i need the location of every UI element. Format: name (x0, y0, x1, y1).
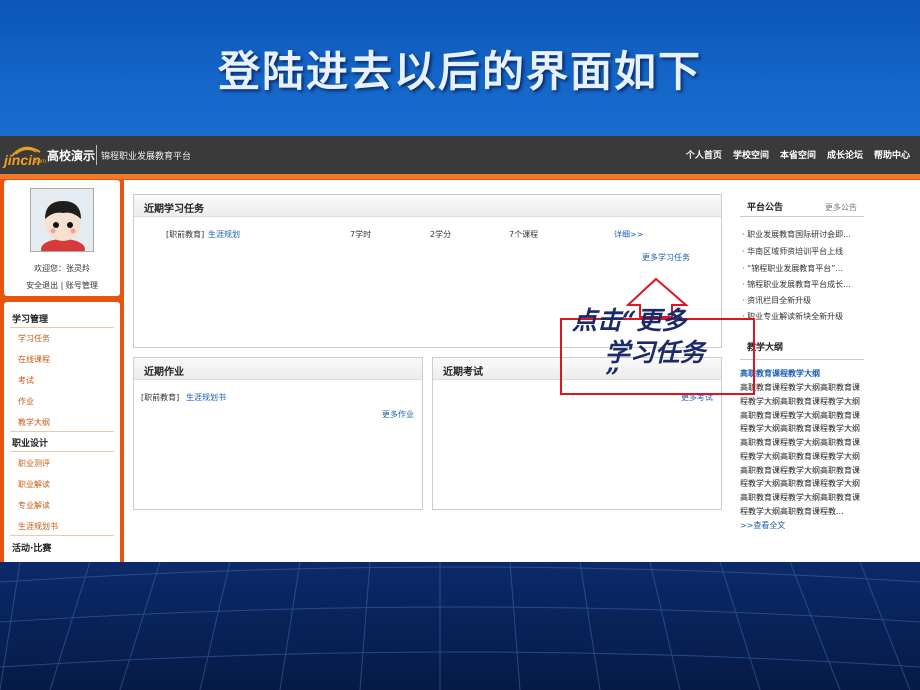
announcement-text: “锦程职业发展教育平台”... (747, 264, 844, 273)
panel-header: 近期学习任务 (134, 195, 721, 217)
nav-province-space[interactable]: 本省空间 (780, 148, 816, 161)
welcome-text: 欢迎您：张灵羚 (4, 263, 120, 274)
task-hours: 7学时 (350, 230, 372, 239)
grid-lines-decoration (0, 562, 920, 690)
nav-help[interactable]: 帮助中心 (874, 148, 910, 161)
nav-personal-home[interactable]: 个人首页 (686, 148, 722, 161)
more-announcements-link[interactable]: 更多公告 (825, 202, 857, 213)
task-name-link[interactable]: 生涯规划 (208, 229, 240, 240)
divider (740, 216, 864, 217)
panel-title: 近期考试 (443, 367, 483, 378)
sidebar-section-study[interactable]: 学习管理 (12, 312, 48, 325)
user-name: 张灵羚 (66, 264, 90, 273)
sidebar-item-assessment[interactable]: 职业测评 (18, 458, 50, 469)
right-column: 平台公告 更多公告 · 职业发展教育国际研讨会即... · 华南区域师资培训平台… (740, 180, 920, 562)
divider (10, 431, 114, 432)
divider (10, 535, 114, 536)
announcement-item[interactable]: · 锦程职业发展教育平台成长... (742, 279, 851, 290)
avatar[interactable] (30, 188, 94, 252)
callout-line: 点击“更多 (572, 306, 687, 335)
syllabus-line: 高职教育课程教学大纲高职教育课 (740, 466, 860, 475)
sidebar-item-major-guide[interactable]: 专业解读 (18, 500, 50, 511)
nav-school-space[interactable]: 学校空间 (733, 148, 769, 161)
syllabus-line: 高职教育课程教学大纲高职教育课 (740, 493, 860, 502)
announcement-item[interactable]: · 资讯栏目全新升级 (742, 295, 811, 306)
divider (10, 451, 114, 452)
slide-footer-background (0, 562, 920, 690)
top-bar: jincin .com 高校演示 锦程职业发展教育平台 个人首页 学校空间 本省… (0, 136, 920, 174)
main-content: 近期学习任务 [职前教育] 生涯规划 7学时 2学分 7个课程 详细>> 更多学… (124, 180, 920, 562)
more-homework-link[interactable]: 更多作业 (382, 409, 414, 420)
announcement-text: 华南区域师资培训平台上线 (747, 247, 844, 256)
header-strip (0, 174, 920, 179)
sidebar-item-tasks[interactable]: 学习任务 (18, 333, 50, 344)
callout-line: 学习任务 (605, 338, 706, 367)
announcement-item[interactable]: · 华南区域师资培训平台上线 (742, 246, 843, 257)
sidebar-item-syllabus[interactable]: 教学大纲 (18, 417, 50, 428)
panel-header: 近期作业 (134, 358, 422, 380)
divider (10, 327, 114, 328)
syllabus-line: 程教学大纲高职教育课程教学大纲 (740, 479, 860, 488)
syllabus-line: 程教学大纲高职教育课程教... (740, 507, 844, 516)
sidebar-section-career[interactable]: 职业设计 (12, 436, 48, 449)
slide-title: 登陆进去以后的界面如下 (217, 47, 702, 96)
sidebar-item-exams[interactable]: 考试 (18, 375, 34, 386)
profile-card: 欢迎您：张灵羚 安全退出 | 账号管理 (4, 180, 120, 296)
link-separator: | (60, 281, 64, 290)
announcement-text: 锦程职业发展教育平台成长... (747, 280, 851, 289)
announcement-item[interactable]: · 职业专业解读新块全新升级 (742, 311, 843, 322)
announcement-item[interactable]: · “锦程职业发展教育平台”... (742, 263, 843, 274)
announcement-text: 职业专业解读新块全新升级 (747, 312, 844, 321)
sidebar-item-career-plan[interactable]: 生涯规划书 (18, 521, 58, 532)
homework-category: [职前教育] (141, 393, 180, 402)
syllabus-line: 高职教育课程教学大纲高职教育课 (740, 411, 860, 420)
announcement-text: 资讯栏目全新升级 (747, 296, 812, 305)
logout-link[interactable]: 安全退出 (26, 281, 58, 290)
syllabus-line: 高职教育课程教学大纲高职教育课 (740, 383, 860, 392)
sidebar-item-homework[interactable]: 作业 (18, 396, 34, 407)
task-courses: 7个课程 (509, 230, 539, 239)
account-links: 安全退出 | 账号管理 (4, 280, 120, 291)
recent-homework-panel: 近期作业 [职前教育] 生涯规划书 更多作业 (133, 357, 423, 510)
syllabus-line: 程教学大纲高职教育课程教学大纲 (740, 452, 860, 461)
homework-name-link[interactable]: 生涯规划书 (186, 392, 226, 403)
nav-forum[interactable]: 成长论坛 (827, 148, 863, 161)
divider (96, 145, 97, 165)
announcements-title: 平台公告 (747, 203, 784, 213)
task-detail-link[interactable]: 详细>> (614, 229, 643, 240)
sidebar-item-career-guide[interactable]: 职业解读 (18, 479, 50, 490)
read-full-syllabus-link[interactable]: >>查看全文 (740, 520, 785, 531)
platform-name: 锦程职业发展教育平台 (101, 152, 192, 162)
platform-screenshot: jincin .com 高校演示 锦程职业发展教育平台 个人首页 学校空间 本省… (0, 136, 920, 562)
panel-title: 近期作业 (144, 367, 184, 378)
avatar-icon (31, 189, 93, 251)
welcome-label: 欢迎您： (34, 264, 66, 273)
top-nav: 个人首页 学校空间 本省空间 成长论坛 帮助中心 (686, 148, 910, 161)
sidebar-item-courses[interactable]: 在线课程 (18, 354, 50, 365)
syllabus-line: 程教学大纲高职教育课程教学大纲 (740, 424, 860, 433)
divider (740, 359, 864, 360)
task-credits: 2学分 (430, 230, 452, 239)
annotation-callout: 点击“更多 学习任务 ” (572, 305, 742, 392)
more-tasks-link[interactable]: 更多学习任务 (642, 252, 690, 263)
task-category: [职前教育] (166, 230, 205, 239)
syllabus-line: 程教学大纲高职教育课程教学大纲 (740, 397, 860, 406)
callout-line: ” (605, 363, 620, 392)
left-column: 欢迎您：张灵羚 安全退出 | 账号管理 学习管理 学习任务 在线课程 考试 作业… (4, 180, 120, 562)
logo-domain: .com (33, 159, 47, 165)
panel-title: 近期学习任务 (144, 204, 204, 215)
syllabus-line: 高职教育课程教学大纲高职教育课 (740, 438, 860, 447)
school-name: 高校演示 (47, 149, 96, 163)
announcement-text: 职业发展教育国际研讨会即... (747, 230, 851, 239)
account-settings-link[interactable]: 账号管理 (66, 281, 98, 290)
sidebar-section-activities[interactable]: 活动·比赛 (12, 541, 51, 554)
sidebar-menu: 学习管理 学习任务 在线课程 考试 作业 教学大纲 职业设计 职业测评 职业解读… (4, 302, 120, 562)
announcement-item[interactable]: · 职业发展教育国际研讨会即... (742, 229, 851, 240)
